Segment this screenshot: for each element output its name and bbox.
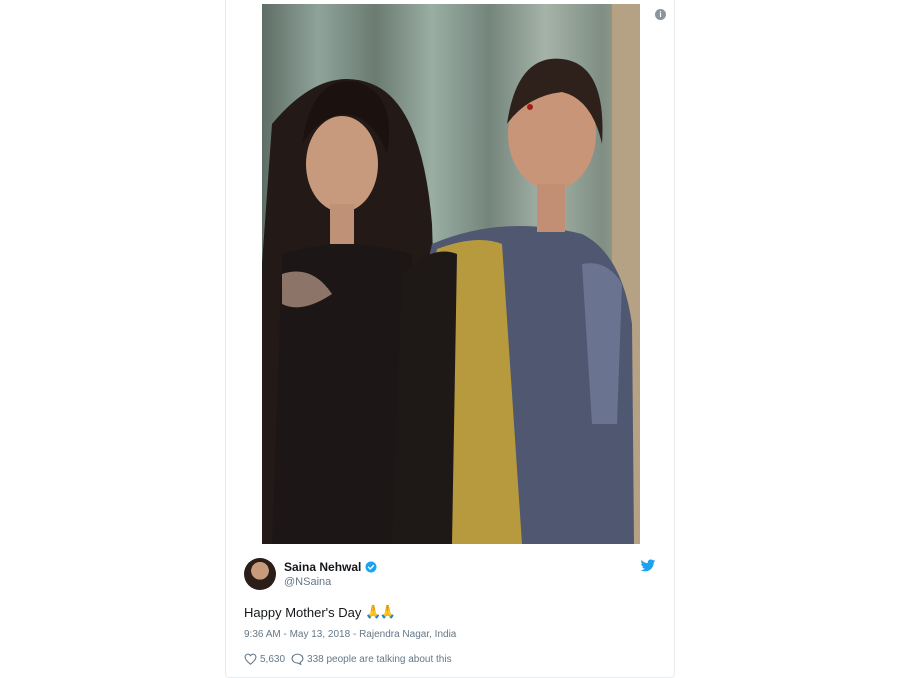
tweet-author[interactable]: Saina Nehwal @NSaina [244,556,377,592]
conversation-action[interactable]: 338 people are talking about this [291,653,452,665]
like-count: 5,630 [260,653,286,665]
folded-hands-emoji: 🙏🙏 [365,604,395,619]
meta-separator: - [350,629,360,640]
verified-badge-icon [365,561,377,573]
info-icon[interactable]: i [655,9,666,20]
heart-icon [244,653,257,665]
author-handle[interactable]: @NSaina [284,576,377,588]
tweet-meta: 9:36 AM - May 13, 2018 - Rajendra Nagar,… [244,629,456,640]
embedded-tweet-card: i Saina Nehwal @NSaina Happy Mother's Da… [225,0,675,678]
author-names: Saina Nehwal @NSaina [284,560,377,588]
conversation-count: 338 people are talking about this [307,653,452,665]
tweet-location[interactable]: Rajendra Nagar, India [359,629,456,640]
tweet-timestamp[interactable]: 9:36 AM - May 13, 2018 [244,629,350,640]
tweet-text: Happy Mother's Day 🙏🙏 [244,604,396,620]
photo-illustration [262,4,640,544]
author-name-row: Saina Nehwal [284,560,377,574]
tweet-photo[interactable] [262,4,640,544]
author-display-name[interactable]: Saina Nehwal [284,560,361,574]
author-avatar[interactable] [244,558,276,590]
like-action[interactable]: 5,630 [244,653,285,665]
tweet-actions: 5,630 338 people are talking about this [244,653,458,665]
tweet-text-body: Happy Mother's Day [244,604,362,620]
twitter-bird-icon[interactable] [640,559,656,573]
speech-bubble-icon [291,653,304,665]
